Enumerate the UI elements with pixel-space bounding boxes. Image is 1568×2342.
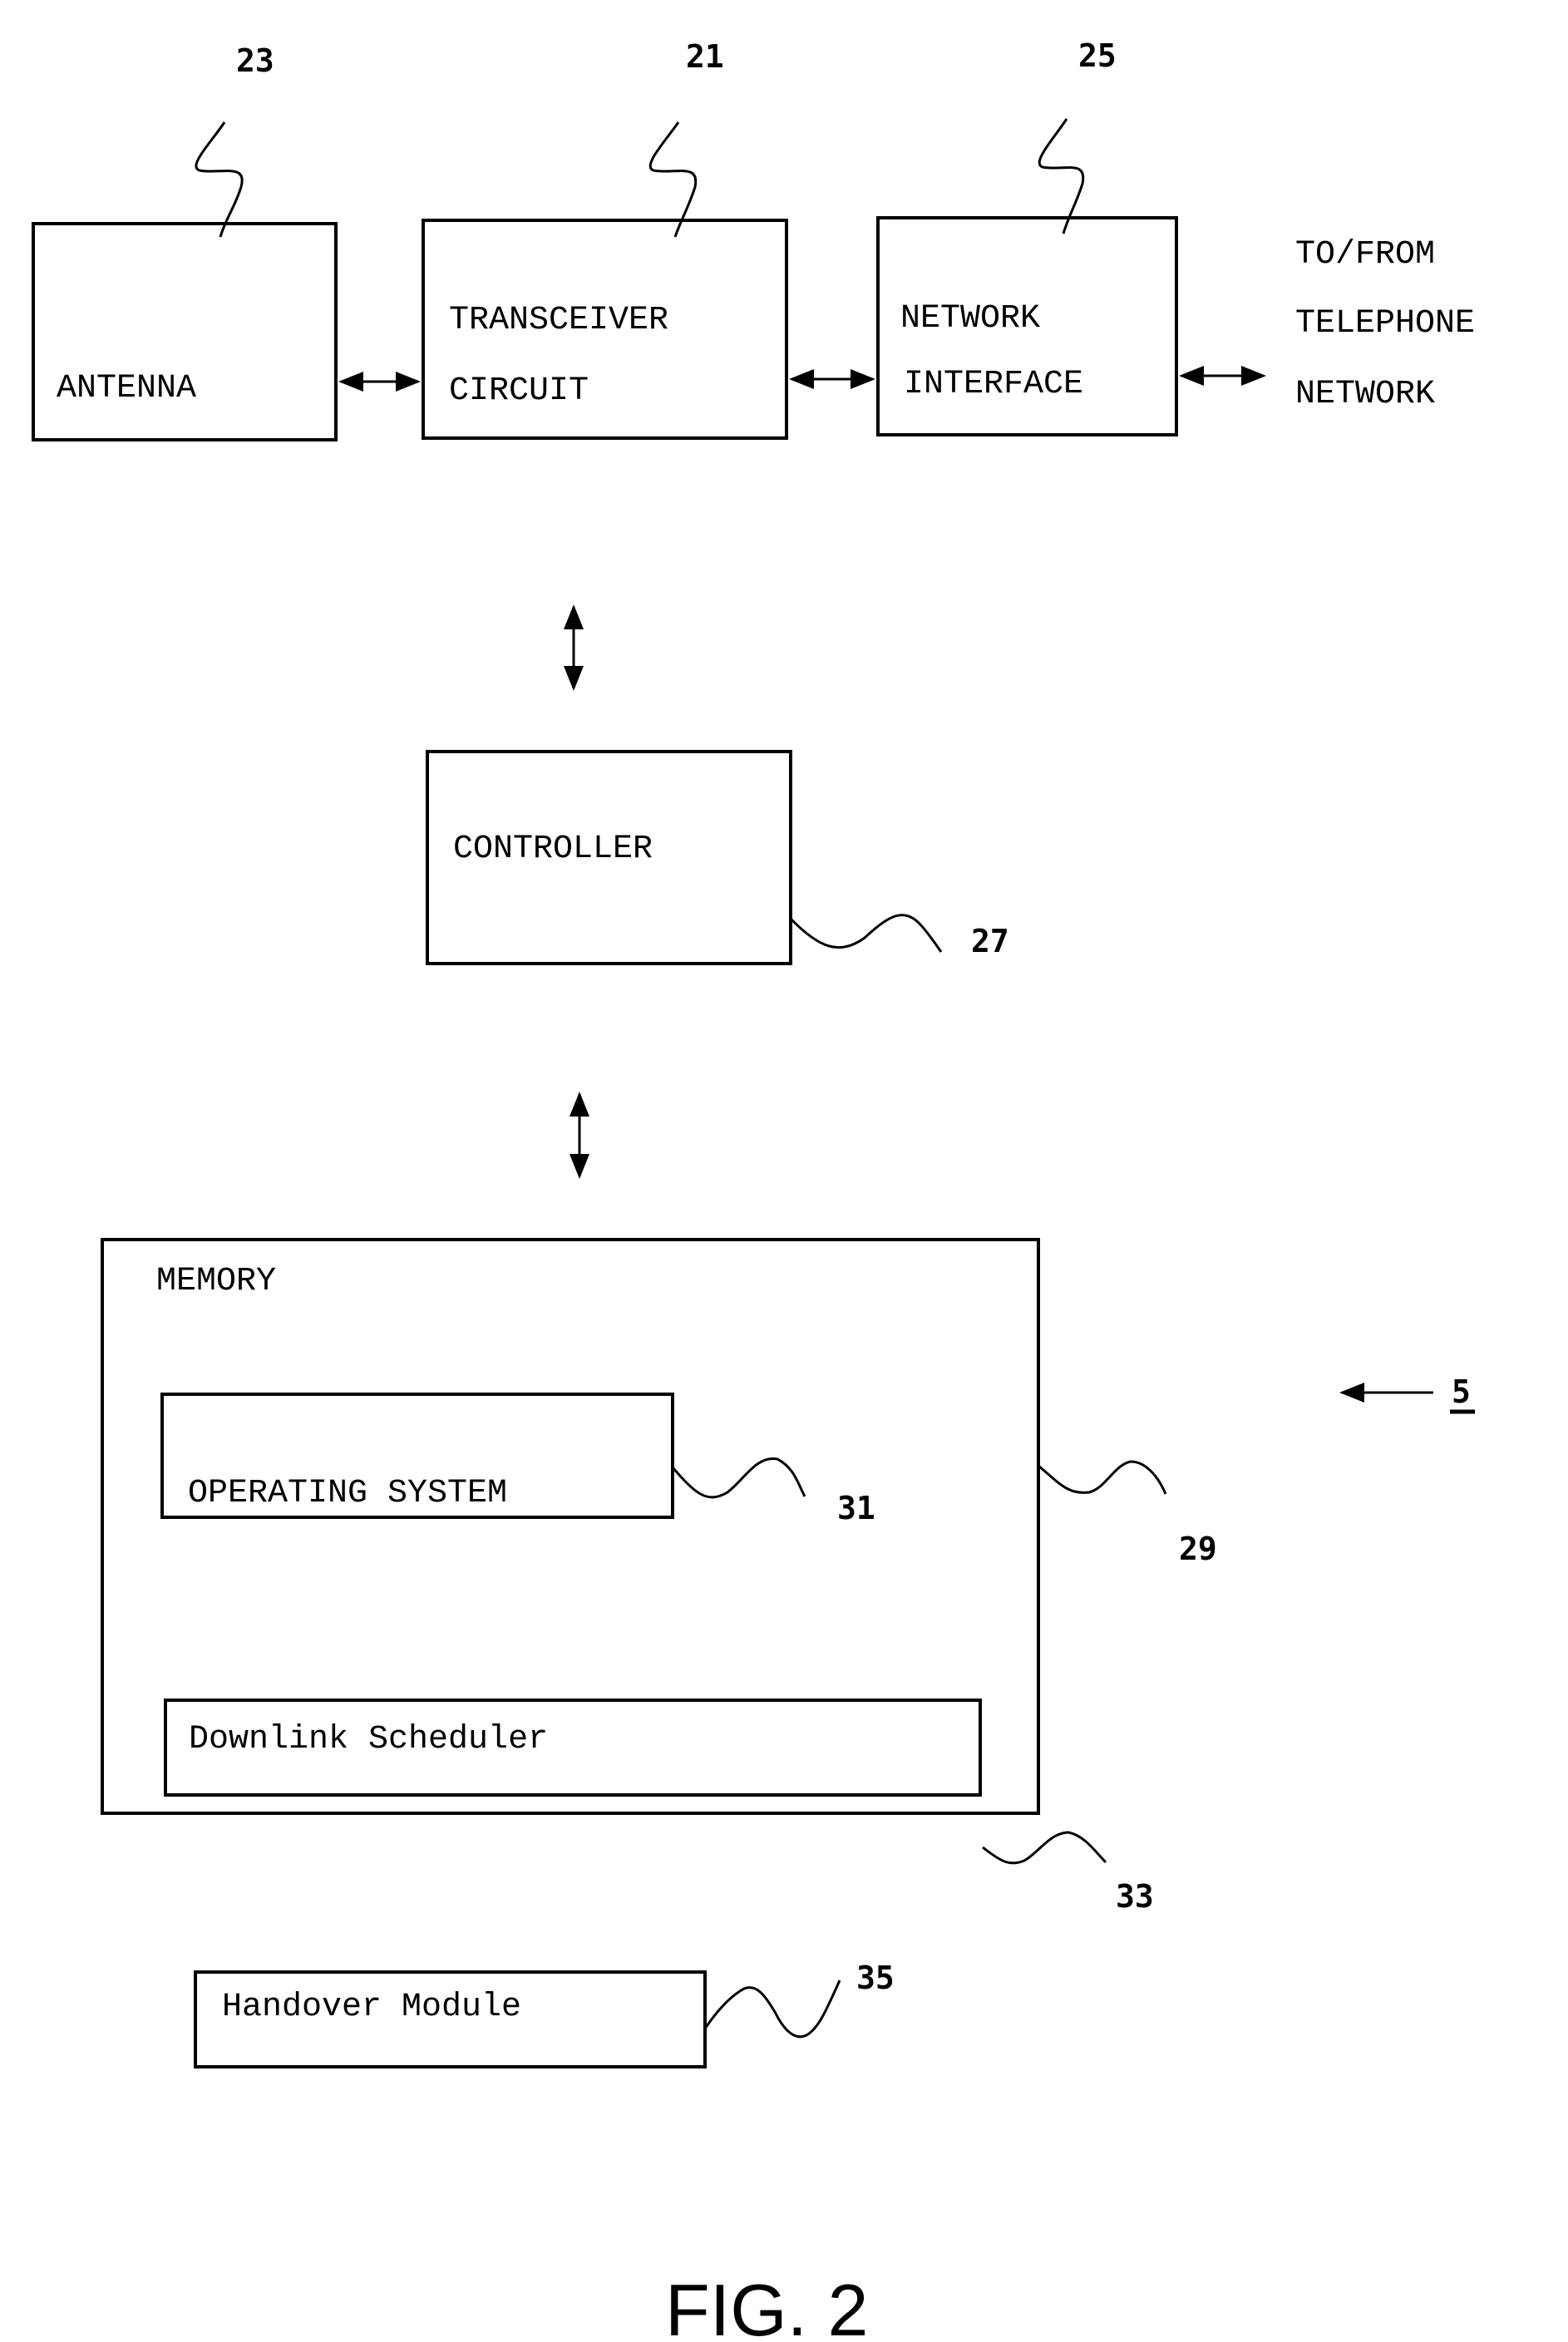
transceiver-label-line2: CIRCUIT — [449, 372, 589, 410]
figure-caption: FIG. 2 — [665, 2269, 869, 2342]
antenna-box — [32, 222, 338, 441]
leader-33 — [982, 1831, 1107, 1865]
antenna-label: ANTENNA — [57, 370, 197, 407]
external-label-line2: TELEPHONE — [1295, 305, 1476, 343]
transceiver-label-line1: TRANSCEIVER — [449, 302, 669, 339]
leader-35 — [703, 1980, 841, 2039]
ref-21: 21 — [686, 38, 724, 75]
network-interface-label-line1: NETWORK — [900, 300, 1041, 338]
handover-module-label: Handover Module — [222, 1989, 522, 2026]
downlink-scheduler-label: Downlink Scheduler — [189, 1721, 549, 1758]
ref-27: 27 — [971, 923, 1009, 959]
external-label-line3: NETWORK — [1295, 376, 1436, 413]
leader-31 — [671, 1457, 806, 1499]
operating-system-label: OPERATING SYSTEM — [188, 1475, 508, 1512]
leader-27 — [789, 914, 943, 953]
ref-31: 31 — [837, 1490, 875, 1526]
patent-figure: 23 21 25 27 31 29 33 35 5 ANTENNA TRANSC… — [0, 0, 1568, 2342]
ref-5: 5 — [1452, 1373, 1471, 1410]
external-label-line1: TO/FROM — [1295, 236, 1436, 274]
ref-29: 29 — [1179, 1531, 1217, 1567]
memory-label: MEMORY — [156, 1263, 277, 1300]
network-interface-label-line2: INTERFACE — [904, 366, 1084, 403]
ref-23: 23 — [236, 42, 274, 79]
ref-35: 35 — [856, 1960, 895, 1996]
ref-33: 33 — [1116, 1878, 1154, 1915]
controller-label: CONTROLLER — [453, 831, 653, 868]
ref-25: 25 — [1078, 37, 1117, 74]
leader-29 — [1038, 1460, 1167, 1495]
leader-23 — [195, 121, 244, 238]
